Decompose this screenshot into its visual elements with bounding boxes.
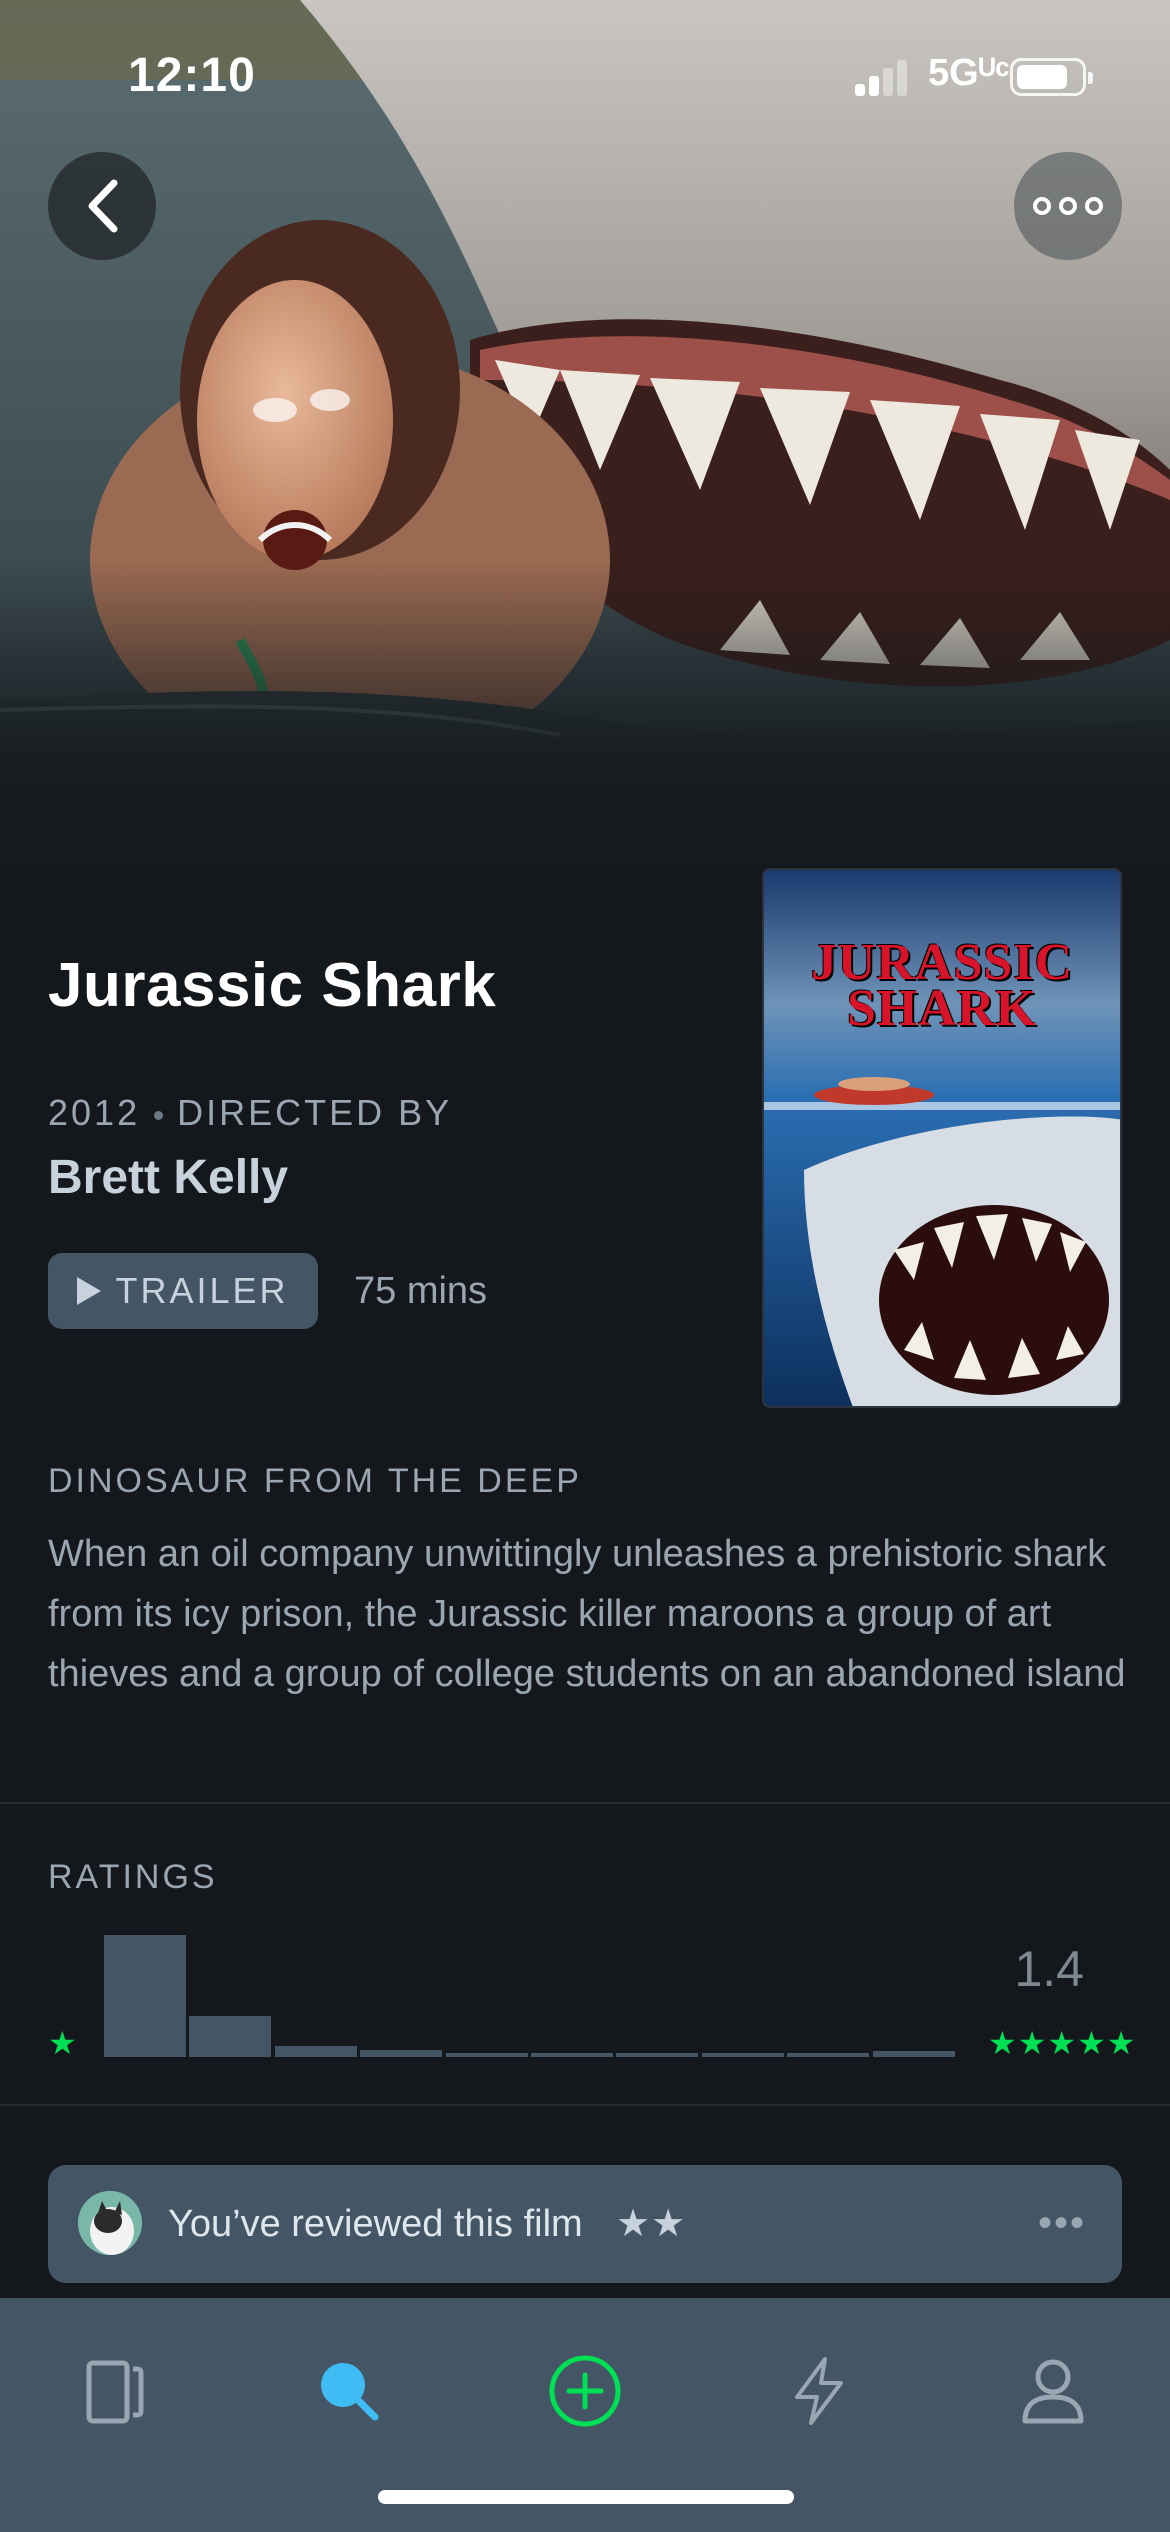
add-icon xyxy=(549,2355,621,2427)
avatar xyxy=(78,2191,142,2255)
home-indicator[interactable] xyxy=(378,2490,794,2504)
tab-activity[interactable] xyxy=(764,2336,874,2446)
tagline: DINOSAUR FROM THE DEEP xyxy=(48,1462,582,1500)
trailer-label: TRAILER xyxy=(115,1270,289,1311)
ratings-histogram[interactable] xyxy=(104,1935,960,2057)
signal-icon xyxy=(855,60,911,96)
average-rating: 1.4 xyxy=(1014,1941,1084,1997)
status-bar: 12:10 5Gᵁᶜ xyxy=(0,0,1170,150)
poster-title: JURASSIC SHARK xyxy=(764,937,1120,1037)
divider xyxy=(0,1802,1170,1804)
divider xyxy=(0,2104,1170,2106)
battery-icon xyxy=(1010,58,1093,96)
ellipsis-icon xyxy=(1033,197,1103,215)
film-meta: 2012 DIRECTED BY xyxy=(48,1092,452,1134)
review-status-text: You’ve reviewed this film xyxy=(168,2203,583,2245)
histogram-bar[interactable] xyxy=(872,2051,955,2057)
review-stars: ★★ xyxy=(616,2203,687,2245)
your-review-pill[interactable]: You’ve reviewed this film ★★ ••• xyxy=(48,2165,1122,2283)
more-options-button[interactable] xyxy=(1014,152,1122,260)
release-year[interactable]: 2012 xyxy=(48,1092,140,1133)
min-star-icon: ★ xyxy=(48,2025,77,2061)
histogram-bar[interactable] xyxy=(274,2046,357,2057)
films-icon xyxy=(86,2360,144,2424)
search-icon xyxy=(321,2363,379,2421)
play-icon xyxy=(77,1277,102,1305)
synopsis[interactable]: When an oil company unwittingly unleashe… xyxy=(48,1524,1128,1704)
tab-profile[interactable] xyxy=(998,2336,1108,2446)
histogram-bar[interactable] xyxy=(104,1935,186,2057)
film-title: Jurassic Shark xyxy=(48,951,497,1020)
activity-icon xyxy=(795,2357,843,2425)
poster-title-line2: SHARK xyxy=(847,980,1037,1037)
ratings-label: RATINGS xyxy=(48,1858,218,1896)
histogram-bar[interactable] xyxy=(531,2053,613,2057)
profile-icon xyxy=(1022,2359,1084,2424)
tab-films[interactable] xyxy=(60,2336,170,2446)
network-type: 5Gᵁᶜ xyxy=(928,52,1010,94)
tab-search[interactable] xyxy=(296,2336,406,2446)
histogram-bar[interactable] xyxy=(445,2053,528,2057)
film-poster[interactable]: JURASSIC SHARK xyxy=(762,868,1122,1408)
histogram-bar[interactable] xyxy=(616,2053,699,2057)
review-more-button[interactable]: ••• xyxy=(1038,2201,1086,2246)
back-button[interactable] xyxy=(48,152,156,260)
status-time: 12:10 xyxy=(128,49,256,102)
directed-by-label: DIRECTED BY xyxy=(177,1092,453,1133)
histogram-bar[interactable] xyxy=(189,2016,272,2057)
director-link[interactable]: Brett Kelly xyxy=(48,1150,288,1205)
tab-add[interactable] xyxy=(530,2336,640,2446)
chevron-left-icon xyxy=(88,179,118,233)
histogram-bar[interactable] xyxy=(360,2050,443,2057)
runtime: 75 mins xyxy=(354,1270,488,1312)
histogram-bar[interactable] xyxy=(701,2053,784,2057)
histogram-bar[interactable] xyxy=(787,2053,870,2057)
max-stars-icon: ★★★★★ xyxy=(988,2025,1137,2061)
trailer-button[interactable]: TRAILER xyxy=(48,1253,318,1329)
